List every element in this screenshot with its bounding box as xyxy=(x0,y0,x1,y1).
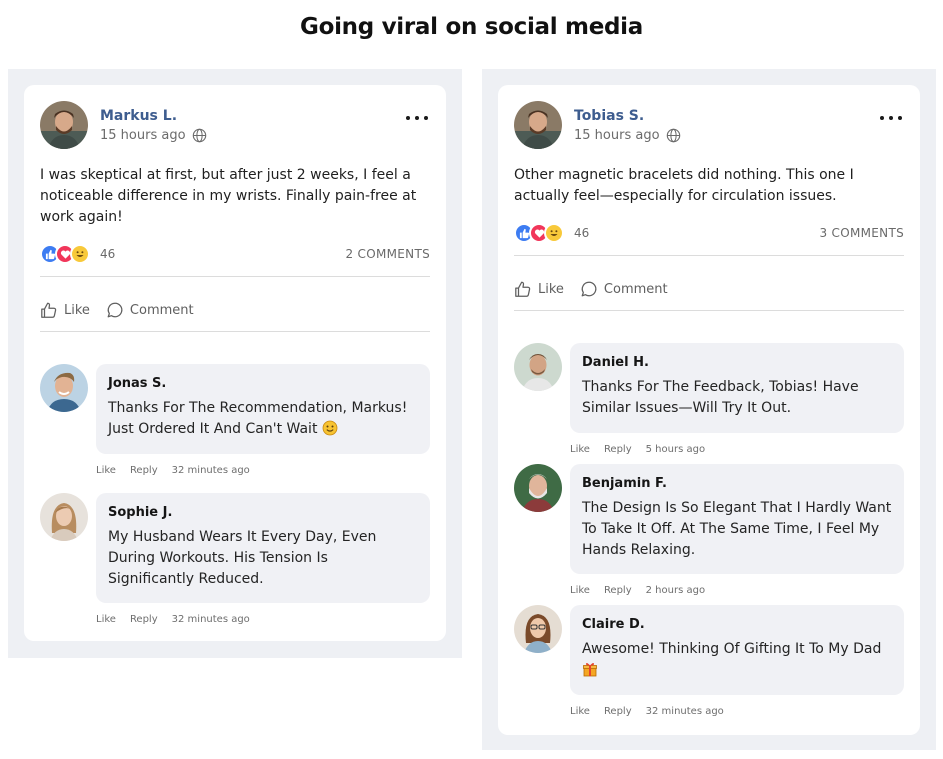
reaction-icons[interactable] xyxy=(40,244,96,266)
comment-text-body: Thanks For The Recommendation, Markus! J… xyxy=(108,400,408,437)
reactions-row: 46 2 COMMENTS xyxy=(40,244,430,268)
comment-footer: Like Reply 32 minutes ago xyxy=(96,614,250,625)
smile-emoji-icon xyxy=(322,420,338,443)
thumbs-up-icon xyxy=(515,281,531,297)
comment-bubble: Claire D. Awesome! Thinking Of Gifting I… xyxy=(570,605,904,695)
avatar[interactable] xyxy=(514,343,562,391)
reactions-row: 46 3 COMMENTS xyxy=(514,223,904,247)
comment-item: Claire D. Awesome! Thinking Of Gifting I… xyxy=(514,605,904,695)
reaction-icons[interactable] xyxy=(514,223,570,245)
comment-button[interactable]: Comment xyxy=(106,298,194,322)
post-header: Tobias S. 15 hours ago xyxy=(514,101,904,151)
divider xyxy=(514,310,904,311)
comment-reply-button[interactable]: Reply xyxy=(604,585,632,596)
comment-label: Comment xyxy=(603,281,668,297)
divider xyxy=(514,255,904,256)
comment-author[interactable]: Jonas S. xyxy=(108,376,418,391)
globe-icon xyxy=(666,128,681,143)
divider xyxy=(40,331,430,332)
post-actions: Like Comment xyxy=(514,277,668,301)
post-author[interactable]: Markus L. xyxy=(100,108,177,124)
post-text: Other magnetic bracelets did nothing. Th… xyxy=(514,167,854,204)
comment-item: Jonas S. Thanks For The Recommendation, … xyxy=(40,364,430,454)
comment-text-body: Awesome! Thinking Of Gifting It To My Da… xyxy=(582,641,882,657)
comment-text: My Husband Wears It Every Day, Even Duri… xyxy=(108,529,377,587)
reaction-count: 46 xyxy=(574,226,590,240)
comment-item: Benjamin F. The Design Is So Elegant Tha… xyxy=(514,464,904,574)
avatar[interactable] xyxy=(514,464,562,512)
comment-bubble: Benjamin F. The Design Is So Elegant Tha… xyxy=(570,464,904,574)
more-options-icon[interactable] xyxy=(880,111,902,125)
comment-count[interactable]: 3 COMMENTS xyxy=(820,226,905,240)
comment-time: 32 minutes ago xyxy=(171,614,250,625)
comment-count[interactable]: 2 COMMENTS xyxy=(346,247,431,261)
comment-reply-button[interactable]: Reply xyxy=(604,444,632,455)
comment-item: Daniel H. Thanks For The Feedback, Tobia… xyxy=(514,343,904,433)
comment-like-button[interactable]: Like xyxy=(570,585,590,596)
comment-bubble: Sophie J. My Husband Wears It Every Day,… xyxy=(96,493,430,603)
avatar[interactable] xyxy=(40,364,88,412)
post-panel-tobias: Tobias S. 15 hours ago Other magnetic br… xyxy=(482,69,936,750)
avatar[interactable] xyxy=(40,101,88,149)
comment-author[interactable]: Benjamin F. xyxy=(582,476,892,491)
comment-label: Comment xyxy=(129,302,194,318)
comment-author[interactable]: Sophie J. xyxy=(108,505,418,520)
comment-like-button[interactable]: Like xyxy=(96,465,116,476)
thumbs-up-icon xyxy=(41,302,57,318)
post-meta: 15 hours ago xyxy=(574,128,681,143)
comment-time: 5 hours ago xyxy=(645,444,706,455)
reaction-count: 46 xyxy=(100,247,116,261)
post-time: 15 hours ago xyxy=(100,128,186,143)
page-title: Going viral on social media xyxy=(300,14,643,40)
avatar[interactable] xyxy=(40,493,88,541)
post-header: Markus L. 15 hours ago xyxy=(40,101,430,151)
post-time: 15 hours ago xyxy=(574,128,660,143)
comment-footer: Like Reply 32 minutes ago xyxy=(570,706,724,717)
comment-like-button[interactable]: Like xyxy=(96,614,116,625)
more-options-icon[interactable] xyxy=(406,111,428,125)
comment-author[interactable]: Claire D. xyxy=(582,617,892,632)
gift-emoji-icon xyxy=(582,661,598,684)
post-author[interactable]: Tobias S. xyxy=(574,108,644,124)
post-card: Tobias S. 15 hours ago Other magnetic br… xyxy=(498,85,920,735)
comment-text: The Design Is So Elegant That I Hardly W… xyxy=(582,500,892,558)
like-button[interactable]: Like xyxy=(514,277,564,301)
post-meta: 15 hours ago xyxy=(100,128,207,143)
comment-bubble: Daniel H. Thanks For The Feedback, Tobia… xyxy=(570,343,904,433)
comment-item: Sophie J. My Husband Wears It Every Day,… xyxy=(40,493,430,603)
comment-reply-button[interactable]: Reply xyxy=(604,706,632,717)
comment-footer: Like Reply 32 minutes ago xyxy=(96,465,250,476)
comment-time: 32 minutes ago xyxy=(645,706,724,717)
like-label: Like xyxy=(538,281,564,297)
comment-author[interactable]: Daniel H. xyxy=(582,355,892,370)
comment-bubble-icon xyxy=(581,281,597,297)
post-text: I was skeptical at first, but after just… xyxy=(40,167,417,225)
comment-time: 2 hours ago xyxy=(645,585,706,596)
like-label: Like xyxy=(64,302,90,318)
post-actions: Like Comment xyxy=(40,298,194,322)
post-card: Markus L. 15 hours ago I was skeptical a… xyxy=(24,85,446,641)
comment-like-button[interactable]: Like xyxy=(570,444,590,455)
avatar[interactable] xyxy=(514,101,562,149)
haha-reaction-icon xyxy=(544,223,564,243)
globe-icon xyxy=(192,128,207,143)
comment-reply-button[interactable]: Reply xyxy=(130,465,158,476)
comment-time: 32 minutes ago xyxy=(171,465,250,476)
comment-like-button[interactable]: Like xyxy=(570,706,590,717)
comment-footer: Like Reply 2 hours ago xyxy=(570,585,705,596)
comment-bubble-icon xyxy=(107,302,123,318)
comment-footer: Like Reply 5 hours ago xyxy=(570,444,705,455)
comment-button[interactable]: Comment xyxy=(580,277,668,301)
post-panel-markus: Markus L. 15 hours ago I was skeptical a… xyxy=(8,69,462,658)
comment-bubble: Jonas S. Thanks For The Recommendation, … xyxy=(96,364,430,454)
haha-reaction-icon xyxy=(70,244,90,264)
comment-text: Awesome! Thinking Of Gifting It To My Da… xyxy=(582,639,892,684)
comment-reply-button[interactable]: Reply xyxy=(130,614,158,625)
divider xyxy=(40,276,430,277)
comment-text: Thanks For The Recommendation, Markus! J… xyxy=(108,398,418,443)
like-button[interactable]: Like xyxy=(40,298,90,322)
avatar[interactable] xyxy=(514,605,562,653)
comment-text: Thanks For The Feedback, Tobias! Have Si… xyxy=(582,379,859,416)
